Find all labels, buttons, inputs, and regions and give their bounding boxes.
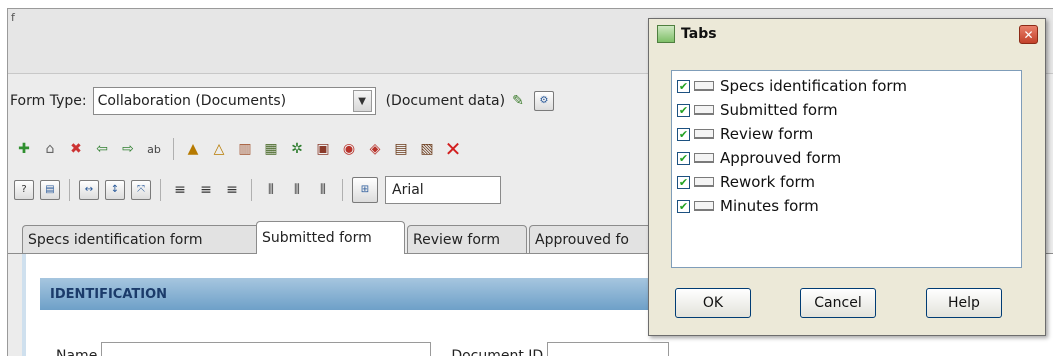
list-item-submitted[interactable]: ✔ Submitted form <box>672 98 1021 122</box>
list-item-label: Rework form <box>720 173 816 191</box>
record-icon[interactable]: ◉ <box>339 139 359 159</box>
list-item-specs-identification[interactable]: ✔ Specs identification form <box>672 74 1021 98</box>
tabs-list: ✔ Specs identification form ✔ Submitted … <box>671 70 1022 268</box>
tab-label: Specs identification form <box>28 231 203 248</box>
name-field[interactable] <box>101 342 432 356</box>
toolbar-separator <box>160 179 161 201</box>
grid-icon[interactable]: ▦ <box>261 139 281 159</box>
tab-review[interactable]: Review form <box>407 225 527 253</box>
insert-field-icon[interactable]: ▲ <box>183 139 203 159</box>
checkbox-icon[interactable]: ✔ <box>677 79 690 93</box>
tree-icon[interactable]: ✲ <box>287 139 307 159</box>
tab-icon <box>694 81 714 91</box>
toolbar-separator <box>342 179 343 201</box>
tab-icon[interactable]: ⌂ <box>40 139 60 159</box>
tab-icon <box>694 129 714 139</box>
tabs-dialog: Tabs ✕ ✔ Specs identification form ✔ Sub… <box>648 18 1046 336</box>
tabs-dialog-icon <box>657 25 675 43</box>
chart-icon[interactable]: ▥ <box>235 139 255 159</box>
align-left-icon[interactable]: ≡ <box>170 180 190 200</box>
rename-tab-icon[interactable]: ab <box>144 139 164 159</box>
form-type-label: Form Type: <box>10 93 87 109</box>
grid-toggle-icon[interactable]: ⊞ <box>352 177 378 203</box>
list-item-minutes[interactable]: ✔ Minutes form <box>672 194 1021 218</box>
calendar-icon[interactable]: ▤ <box>391 139 411 159</box>
chevron-down-icon[interactable]: ▼ <box>352 90 372 112</box>
list-item-label: Specs identification form <box>720 77 907 95</box>
tab-specs-identification[interactable]: Specs identification form <box>22 225 260 253</box>
distribute-middle-icon[interactable]: ⫴ <box>287 180 307 200</box>
tab-label: Submitted form <box>262 230 372 246</box>
checkbox-icon[interactable]: ✔ <box>677 199 690 213</box>
delete-tab-icon[interactable]: ✖ <box>66 139 86 159</box>
close-icon[interactable]: ✕ <box>1019 25 1038 44</box>
align-center-icon[interactable]: ≡ <box>196 180 216 200</box>
form-type-value: Collaboration (Documents) <box>97 93 287 109</box>
edit-form-icon[interactable]: ✎ <box>508 91 528 111</box>
document-data-label: (Document data) <box>385 93 506 109</box>
tab-approuved[interactable]: Approuved fo <box>529 225 659 253</box>
form-type-select[interactable]: Collaboration (Documents) ▼ <box>92 87 376 115</box>
tab-icon <box>694 153 714 163</box>
checkbox-icon[interactable]: ✔ <box>677 151 690 165</box>
image-icon[interactable]: ▣ <box>313 139 333 159</box>
insert-section-icon[interactable]: △ <box>209 139 229 159</box>
list-item-label: Submitted form <box>720 101 838 119</box>
same-height-icon[interactable]: ↕ <box>105 180 125 200</box>
help-icon[interactable]: ? <box>14 180 34 200</box>
dialog-title: Tabs <box>681 26 717 42</box>
help-button[interactable]: Help <box>926 288 1002 318</box>
distribute-bottom-icon[interactable]: ⫴ <box>313 180 333 200</box>
align-right-icon[interactable]: ≡ <box>222 180 242 200</box>
tab-icon <box>694 201 714 211</box>
form-settings-icon[interactable]: ⚙ <box>534 91 555 111</box>
tab-submitted[interactable]: Submitted form <box>256 221 405 254</box>
table-icon[interactable]: ▧ <box>417 139 437 159</box>
move-tab-right-icon[interactable]: ⇨ <box>118 139 138 159</box>
properties-icon[interactable]: ▤ <box>40 180 60 200</box>
tab-icon <box>694 105 714 115</box>
ok-button[interactable]: OK <box>675 288 751 318</box>
cancel-button[interactable]: Cancel <box>800 288 876 318</box>
font-select-value: Arial <box>392 182 424 198</box>
toolbar-separator <box>173 138 174 160</box>
same-width-icon[interactable]: ↔ <box>79 180 99 200</box>
identification-fields: Name Document ID <box>56 342 670 356</box>
list-item-approuved[interactable]: ✔ Approuved form <box>672 146 1021 170</box>
section-header: IDENTIFICATION <box>40 278 688 310</box>
tab-label: Approuved fo <box>535 231 629 248</box>
font-select[interactable]: Arial <box>385 176 501 204</box>
add-tab-icon[interactable]: ✚ <box>14 139 34 159</box>
move-tab-left-icon[interactable]: ⇦ <box>92 139 112 159</box>
distribute-top-icon[interactable]: ⫴ <box>261 180 281 200</box>
toolbar-separator <box>69 179 70 201</box>
tab-label: Review form <box>413 231 501 248</box>
list-item-label: Approuved form <box>720 149 842 167</box>
list-item-rework[interactable]: ✔ Rework form <box>672 170 1021 194</box>
checkbox-icon[interactable]: ✔ <box>677 175 690 189</box>
dialog-title-bar: Tabs <box>649 19 1045 49</box>
attach-icon[interactable]: ◈ <box>365 139 385 159</box>
corner-marker: f <box>11 11 15 24</box>
document-id-field[interactable] <box>547 342 670 356</box>
same-size-icon[interactable]: ⤧ <box>131 180 151 200</box>
checkbox-icon[interactable]: ✔ <box>677 103 690 117</box>
checkbox-icon[interactable]: ✔ <box>677 127 690 141</box>
list-item-label: Review form <box>720 125 814 143</box>
tab-icon <box>694 177 714 187</box>
toolbar-separator <box>251 179 252 201</box>
list-item-review[interactable]: ✔ Review form <box>672 122 1021 146</box>
list-item-label: Minutes form <box>720 197 819 215</box>
delete-icon[interactable]: ✕ <box>443 139 463 159</box>
